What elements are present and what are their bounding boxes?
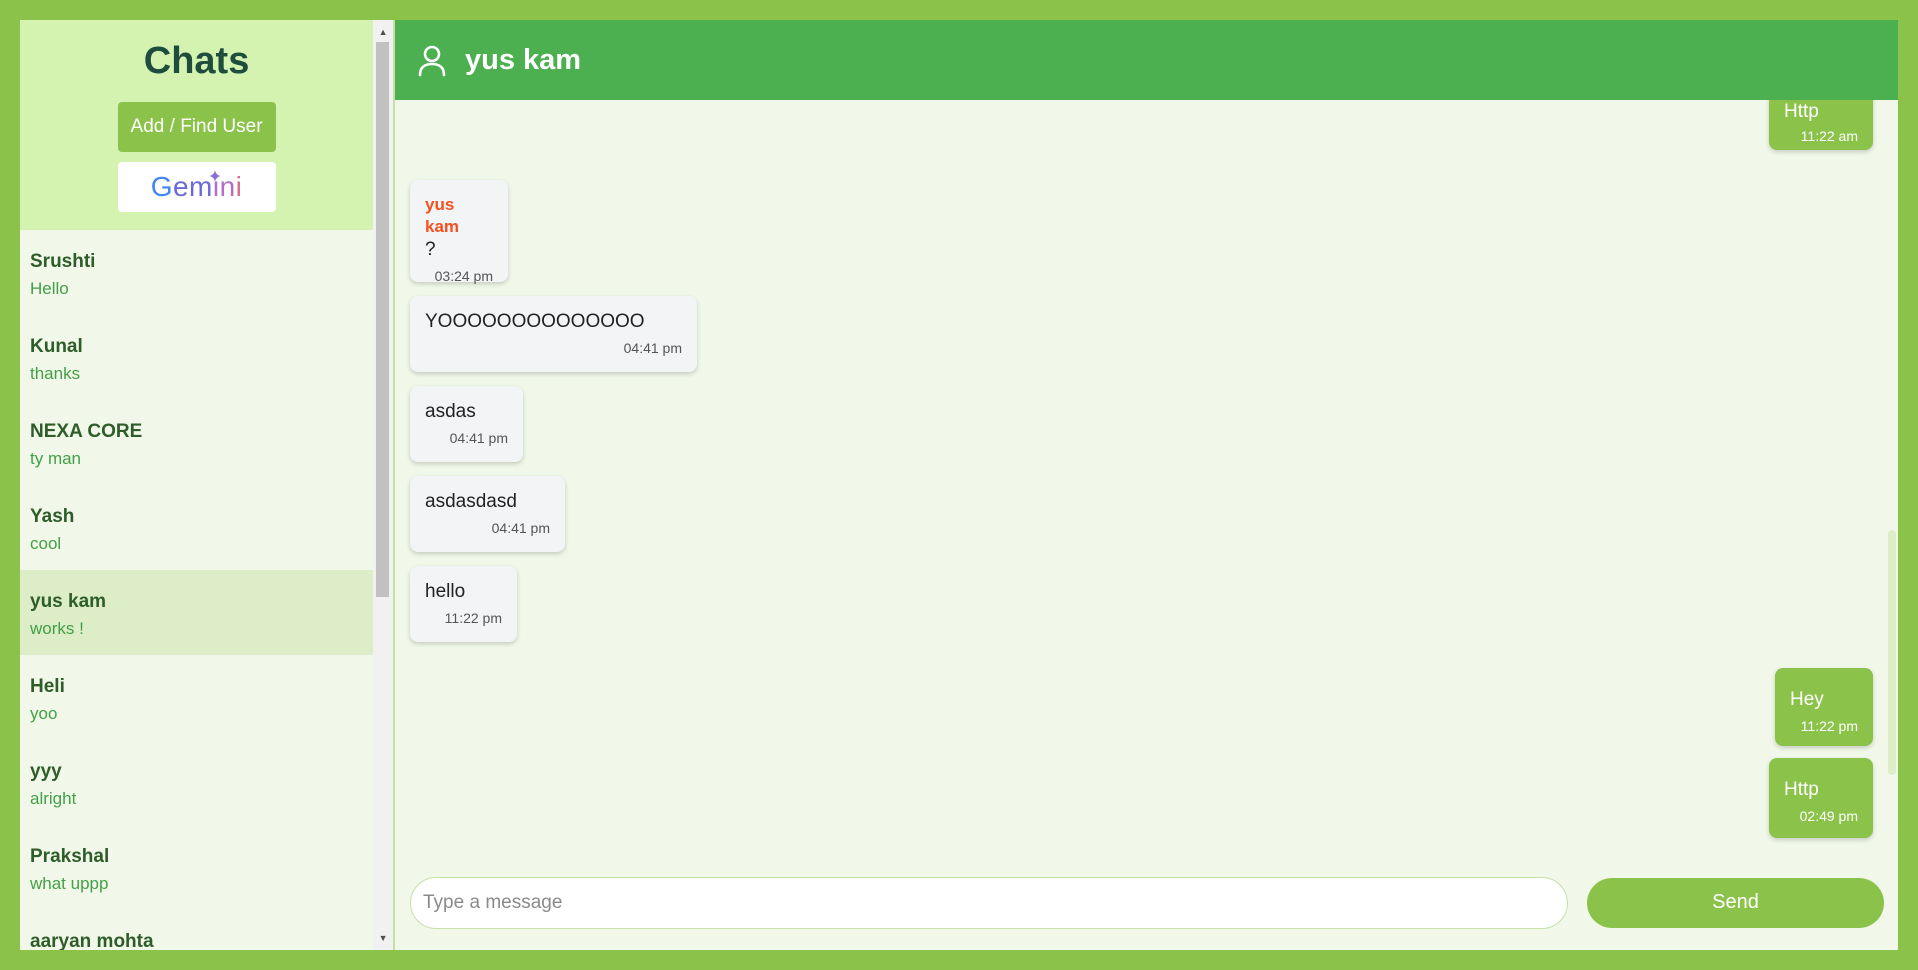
chat-panel: yus kam Http 11:22 am yus kam ? 03:24 pm… — [395, 20, 1898, 950]
message-time: 03:24 pm — [434, 268, 493, 284]
chat-item-last-message: thanks — [30, 364, 81, 383]
message-text: Http — [1784, 779, 1819, 800]
add-find-user-button[interactable]: Add / Find User — [117, 102, 276, 152]
message-time: 04:41 pm — [623, 340, 682, 356]
message-list: Http 11:22 am yus kam ? 03:24 pm YOOOOOO… — [395, 100, 1898, 855]
user-icon — [418, 45, 446, 77]
chat-list-item[interactable]: Heli yoo — [20, 655, 373, 740]
message-sender: yus kam — [425, 195, 460, 236]
chat-list-item[interactable]: Srushti Hello — [20, 230, 373, 315]
message-text: ? — [425, 239, 436, 260]
message-incoming: hello 11:22 pm — [410, 566, 517, 642]
sidebar-content: Chats Add / Find User Gemini Srushti Hel… — [20, 20, 374, 950]
message-outgoing: Http 02:49 pm — [1769, 758, 1873, 838]
message-incoming: yus kam ? 03:24 pm — [410, 180, 508, 284]
sidebar: Chats Add / Find User Gemini Srushti Hel… — [20, 20, 395, 950]
message-incoming: asdas 04:41 pm — [410, 386, 523, 462]
sidebar-scrollbar[interactable]: ▲ ▼ — [373, 20, 393, 950]
message-time: 11:22 am — [1800, 128, 1858, 144]
message-outgoing: Hey 11:22 pm — [1775, 668, 1873, 746]
chat-app: Chats Add / Find User Gemini Srushti Hel… — [20, 20, 1898, 950]
chat-list-item[interactable]: aaryan mohta — [20, 910, 373, 950]
sidebar-header: Chats Add / Find User Gemini — [20, 20, 374, 230]
chat-item-last-message: Hello — [30, 279, 69, 298]
chat-item-name: yyy — [30, 761, 62, 782]
message-text: asdas — [425, 401, 476, 422]
message-text: YOOOOOOOOOOOOOO — [425, 311, 645, 332]
message-text: asdasdasd — [425, 491, 517, 512]
message-incoming: YOOOOOOOOOOOOOO 04:41 pm — [410, 296, 697, 372]
chat-item-name: Kunal — [30, 336, 83, 357]
chat-item-name: yus kam — [30, 591, 107, 612]
chat-item-name: Heli — [30, 676, 65, 697]
chat-header: yus kam — [395, 20, 1898, 100]
gemini-button[interactable]: Gemini — [117, 162, 276, 212]
message-time: 11:22 pm — [1800, 718, 1858, 734]
message-input[interactable] — [410, 876, 1568, 929]
chat-list-item-active[interactable]: yus kam works ! — [20, 570, 374, 655]
message-outgoing: Http 11:22 am — [1769, 100, 1873, 150]
chat-item-last-message: works ! — [30, 619, 84, 638]
chat-item-last-message: cool — [30, 534, 62, 553]
send-button[interactable]: Send — [1587, 877, 1884, 928]
chat-item-last-message: ty man — [30, 449, 82, 468]
gemini-logo: Gemini — [150, 171, 243, 202]
chat-list-item[interactable]: yyy alright — [20, 740, 373, 825]
chat-item-name: aaryan mohta — [30, 931, 154, 950]
message-incoming: asdasdasd 04:41 pm — [410, 476, 565, 552]
chat-item-last-message: yoo — [30, 704, 58, 723]
chat-list: Srushti Hello Kunal thanks NEXA CORE ty … — [20, 230, 374, 950]
message-text: Hey — [1790, 689, 1824, 710]
scroll-up-arrow-icon[interactable]: ▲ — [373, 24, 393, 40]
message-scrollbar-thumb[interactable] — [1888, 530, 1896, 775]
message-text: Http — [1784, 101, 1819, 122]
chat-list-item[interactable]: NEXA CORE ty man — [20, 400, 373, 485]
chat-header-name: yus kam — [465, 43, 582, 76]
scroll-down-arrow-icon[interactable]: ▼ — [373, 930, 393, 946]
scrollbar-thumb[interactable] — [376, 42, 390, 597]
chat-list-item[interactable]: Kunal thanks — [20, 315, 373, 400]
message-time: 04:41 pm — [449, 430, 508, 446]
sidebar-title: Chats — [143, 40, 250, 82]
sparkle-icon — [208, 170, 221, 182]
chat-item-name: Prakshal — [30, 846, 110, 867]
chat-item-name: Srushti — [30, 251, 96, 272]
chat-item-last-message: what uppp — [30, 874, 109, 893]
chat-list-item[interactable]: Yash cool — [20, 485, 373, 570]
chat-item-name: NEXA CORE — [30, 421, 143, 442]
message-time: 04:41 pm — [491, 520, 550, 536]
message-time: 02:49 pm — [1799, 808, 1858, 824]
chat-list-item[interactable]: Prakshal what uppp — [20, 825, 373, 910]
message-text: hello — [425, 581, 466, 602]
message-time: 11:22 pm — [444, 610, 502, 626]
message-composer: Send — [395, 855, 1898, 950]
chat-item-last-message: alright — [30, 789, 77, 808]
chat-item-name: Yash — [30, 506, 75, 527]
